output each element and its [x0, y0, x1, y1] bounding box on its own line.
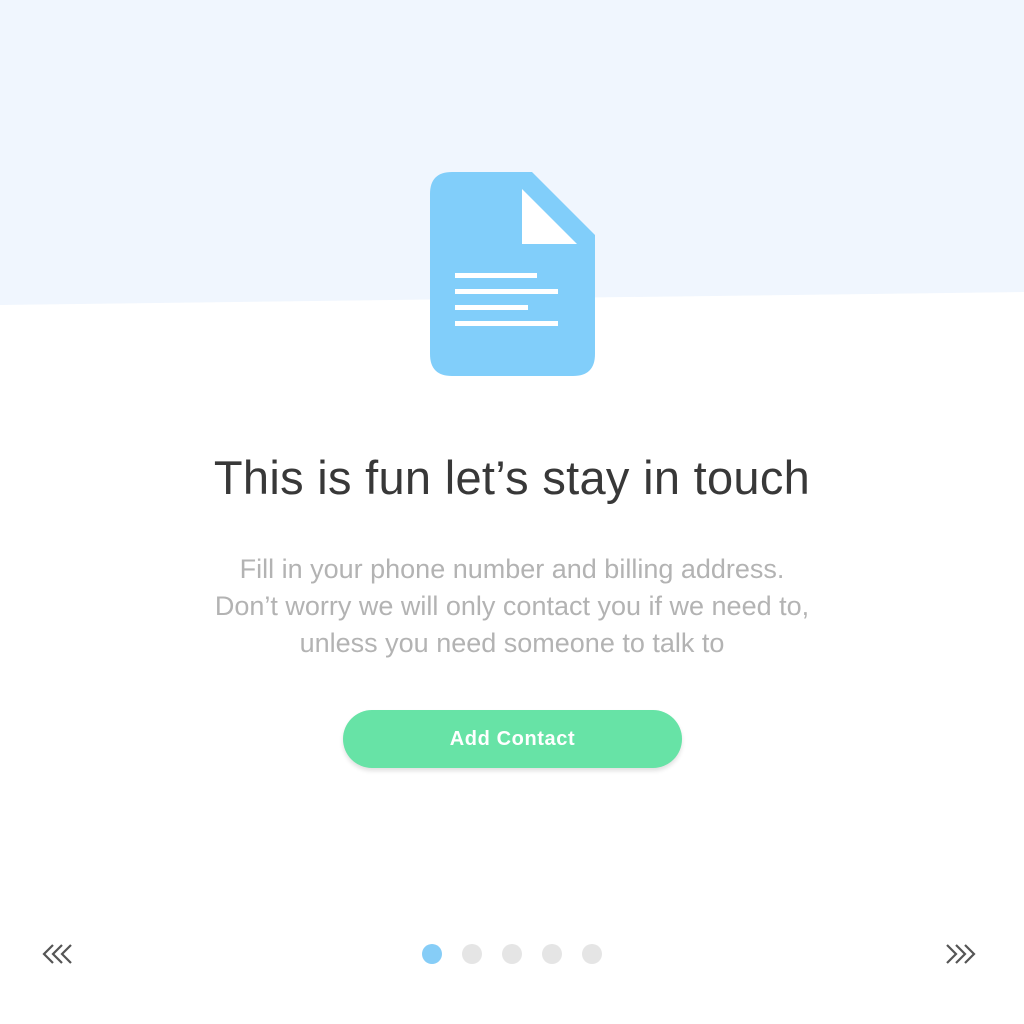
triple-chevron-right-icon — [946, 944, 976, 964]
previous-page-button[interactable] — [40, 935, 80, 975]
next-page-button[interactable] — [942, 935, 982, 975]
triple-chevron-left-icon — [42, 944, 72, 964]
pagination-dot-4[interactable] — [542, 944, 562, 964]
page-title: This is fun let’s stay in touch — [213, 451, 811, 504]
add-contact-button[interactable]: Add Contact — [343, 710, 682, 768]
pagination-dot-2[interactable] — [462, 944, 482, 964]
description-line: Fill in your phone number and billing ad… — [239, 554, 785, 584]
pagination-dot-5[interactable] — [582, 944, 602, 964]
description-line: Don’t worry we will only contact you if … — [214, 591, 810, 621]
pagination-dot-3[interactable] — [502, 944, 522, 964]
document-icon — [430, 172, 595, 376]
onboarding-screen: This is fun let’s stay in touch Fill in … — [0, 0, 1024, 1024]
pagination-dot-1[interactable] — [422, 944, 442, 964]
pagination-dots — [422, 944, 602, 964]
description: Fill in your phone number and billing ad… — [112, 551, 912, 662]
description-line: unless you need someone to talk to — [299, 628, 725, 658]
